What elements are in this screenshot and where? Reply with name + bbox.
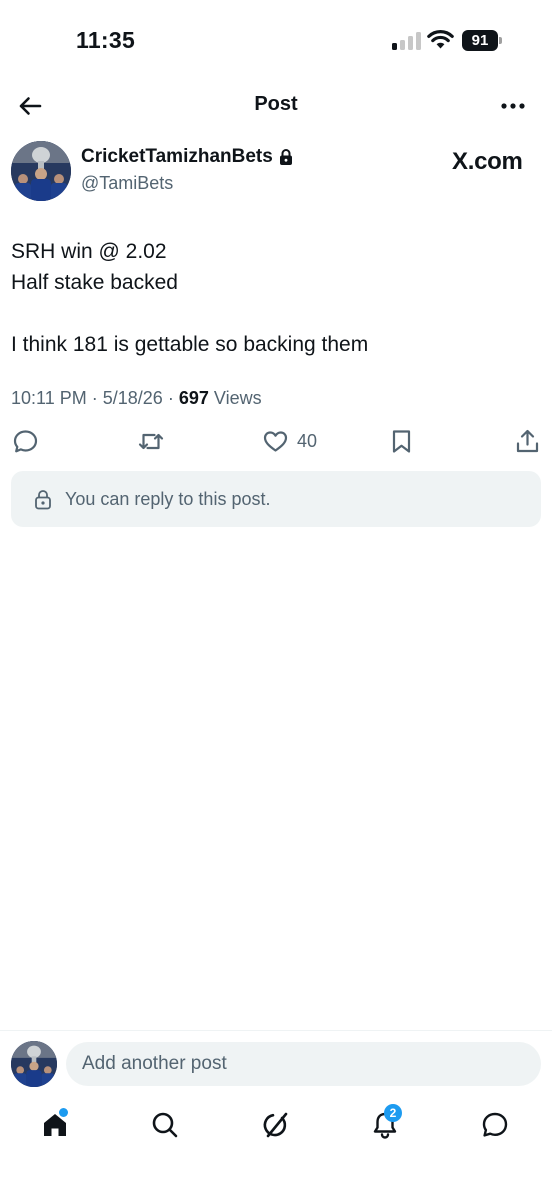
reply-button[interactable]	[12, 428, 39, 455]
reply-notice-text: You can reply to this post.	[65, 488, 271, 509]
status-time: 11:35	[76, 27, 136, 53]
compose-bar	[0, 1030, 552, 1096]
avatar-trophy-photo	[11, 141, 71, 201]
tab-search[interactable]	[150, 1110, 184, 1144]
lock-icon	[35, 490, 51, 510]
tab-home[interactable]	[40, 1108, 74, 1144]
signal-icon	[392, 32, 421, 50]
like-button[interactable]: 40	[262, 428, 317, 455]
post-date: 5/18/26	[102, 388, 163, 408]
meta-separator: ·	[91, 388, 98, 408]
author-avatar[interactable]	[11, 141, 71, 201]
author-handle[interactable]: @TamiBets	[81, 173, 173, 194]
post-line: Half stake backed	[11, 271, 178, 294]
status-bar: 11:35 91	[0, 0, 552, 80]
battery-cap	[499, 37, 502, 44]
repost-icon	[138, 433, 164, 450]
author-name-row[interactable]: CricketTamizhanBets	[81, 146, 294, 168]
meta-separator: ·	[167, 388, 174, 408]
home-notification-dot	[59, 1108, 68, 1117]
messages-icon	[482, 1112, 508, 1137]
tab-messages[interactable]	[480, 1110, 514, 1144]
post-line: I think 181 is gettable so backing them	[11, 333, 369, 356]
bookmark-icon	[392, 430, 411, 453]
share-icon	[516, 429, 539, 453]
avatar-trophy-photo	[11, 1041, 57, 1087]
reply-notice: You can reply to this post.	[11, 471, 541, 527]
xcom-watermark: X.com	[452, 148, 523, 175]
share-button[interactable]	[514, 428, 541, 455]
page-title: Post	[254, 93, 298, 115]
post-meta: 10:11 PM · 5/18/26 · 697 Views	[11, 388, 262, 409]
notifications-badge: 2	[384, 1104, 402, 1122]
tab-notifications[interactable]: 2	[370, 1104, 404, 1144]
author-name[interactable]: CricketTamizhanBets	[81, 146, 273, 168]
post-header: Post	[0, 80, 552, 132]
post-actions: 40	[0, 428, 552, 458]
bottom-tab-bar: 2	[0, 1100, 552, 1160]
lock-icon	[279, 149, 292, 165]
wifi-icon	[427, 30, 454, 49]
tab-grok[interactable]	[260, 1110, 294, 1144]
views-label: Views	[213, 388, 262, 408]
post-line	[11, 298, 541, 329]
like-count: 40	[297, 431, 318, 451]
like-icon	[263, 431, 288, 452]
battery-icon: 91	[462, 30, 498, 51]
bookmark-button[interactable]	[388, 428, 415, 455]
post-text: SRH win @ 2.02 Half stake backed I think…	[11, 236, 541, 360]
post-time: 10:11 PM	[11, 388, 87, 408]
repost-button[interactable]	[136, 428, 166, 455]
compose-avatar	[11, 1041, 57, 1087]
add-post-input[interactable]	[66, 1042, 541, 1086]
grok-icon	[263, 1112, 288, 1138]
views-count[interactable]: 697	[179, 388, 209, 408]
more-icon[interactable]	[498, 94, 528, 118]
post-line: SRH win @ 2.02	[11, 240, 167, 263]
search-icon	[152, 1112, 178, 1138]
reply-icon	[13, 430, 38, 453]
